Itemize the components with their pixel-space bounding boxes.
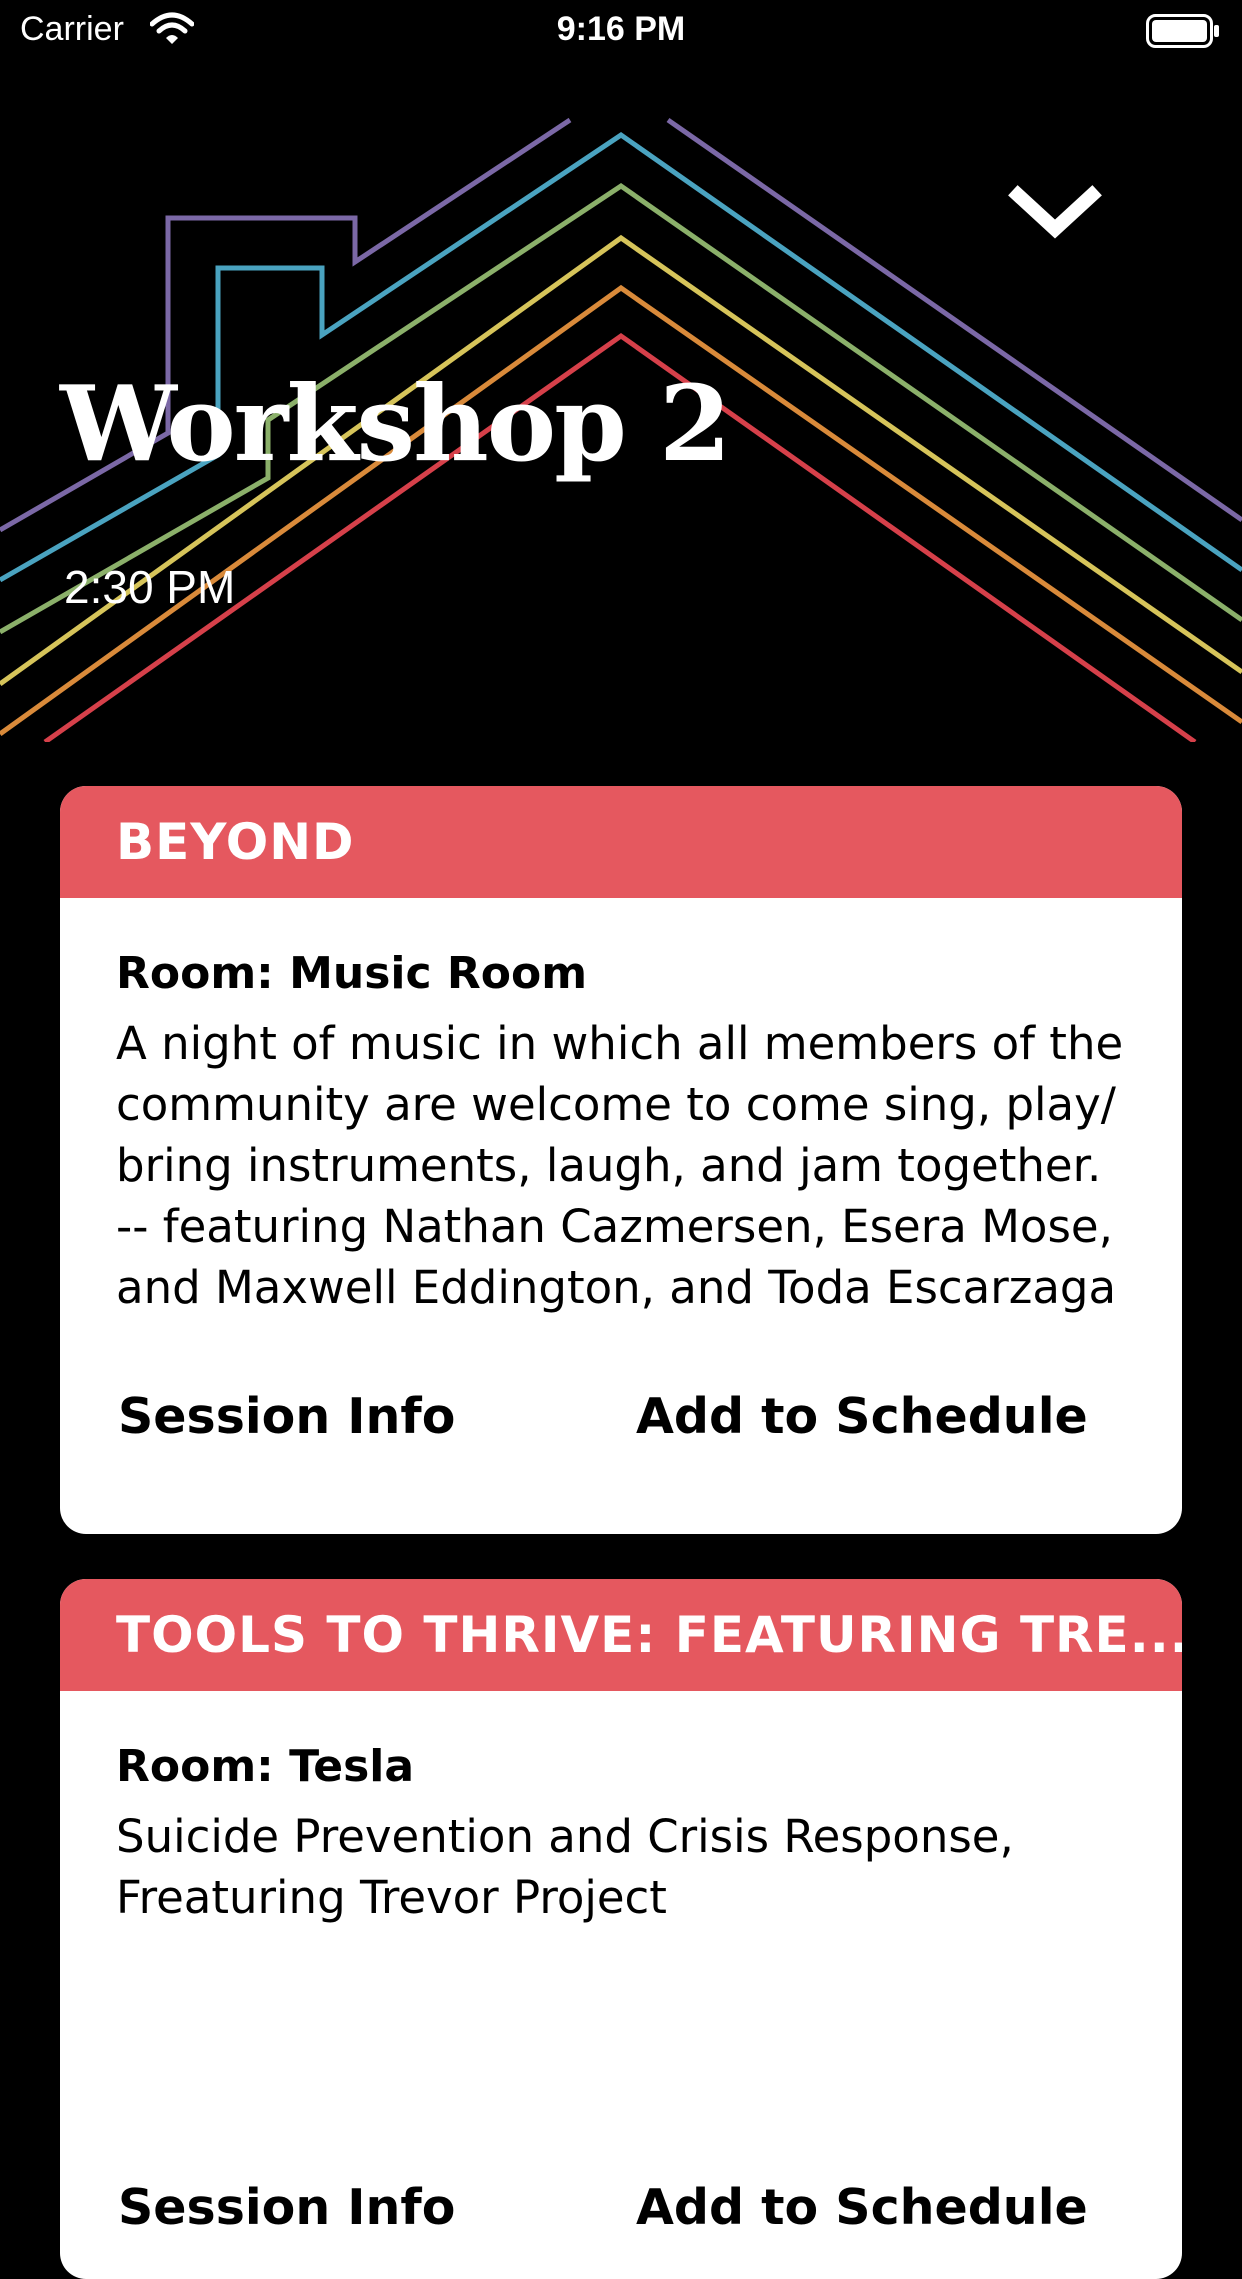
- session-info-button[interactable]: Session Info: [118, 1388, 455, 1445]
- status-bar: Carrier 9:16 PM: [0, 0, 1242, 62]
- session-room: Room: Tesla: [116, 1741, 415, 1792]
- session-actions: Session Info Add to Schedule: [116, 1388, 1126, 1448]
- session-room: Room: Music Room: [116, 948, 588, 999]
- session-description: Suicide Prevention and Crisis Response, …: [116, 1810, 1014, 1924]
- session-actions: Session Info Add to Schedule: [116, 2179, 1126, 2239]
- status-time: 9:16 PM: [556, 10, 686, 48]
- session-description: A night of music in which all members of…: [116, 1017, 1124, 1314]
- chevron-down-icon: [1008, 185, 1102, 239]
- session-title: BEYOND: [60, 786, 1182, 898]
- session-time: 2:30 PM: [64, 561, 236, 613]
- session-card: BEYOND Room: Music Room A night of music…: [60, 786, 1182, 1534]
- session-card: TOOLS TO THRIVE: FEATURING TRE... Room: …: [60, 1579, 1182, 2279]
- add-to-schedule-button[interactable]: Add to Schedule: [636, 1388, 1088, 1445]
- session-title: TOOLS TO THRIVE: FEATURING TRE...: [60, 1579, 1182, 1691]
- collapse-button[interactable]: [1000, 177, 1110, 257]
- page-title: Workshop 2: [60, 362, 731, 485]
- battery-icon: [1146, 14, 1220, 52]
- session-header: Workshop 2 2:30 PM: [0, 62, 1242, 742]
